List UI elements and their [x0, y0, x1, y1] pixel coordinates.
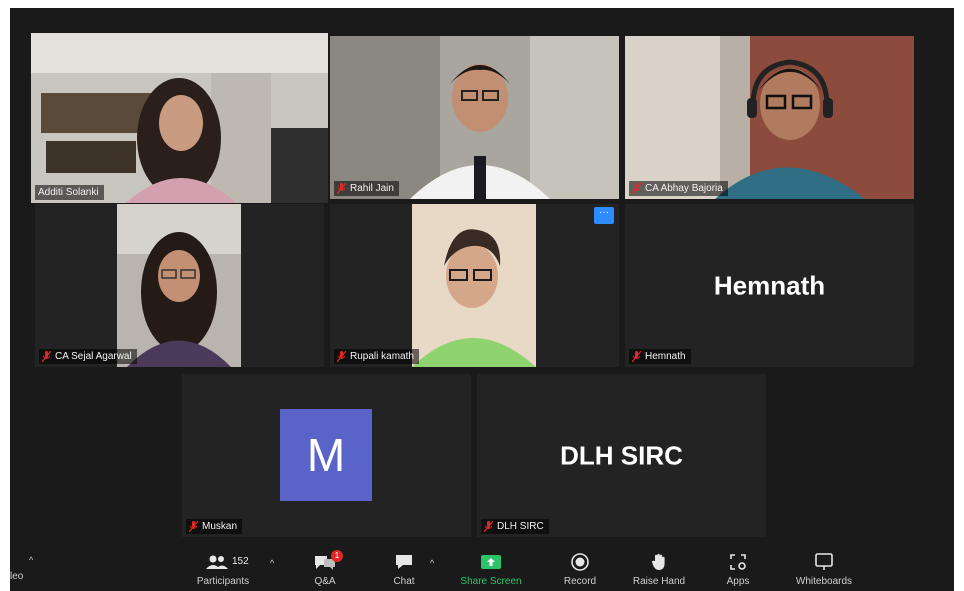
video-tile-muskan[interactable]: M Muskan: [182, 374, 471, 537]
video-tile-ca-sejal-agarwal[interactable]: CA Sejal Agarwal: [35, 204, 324, 367]
meeting-window: Additi Solanki Rahil Jain CA Abhay Bajor…: [10, 8, 954, 591]
participant-name: Additi Solanki: [38, 187, 99, 198]
name-tag: CA Sejal Agarwal: [39, 349, 137, 364]
video-tile-hemnath[interactable]: Hemnath Hemnath: [625, 204, 914, 367]
name-tag: CA Abhay Bajoria: [629, 181, 728, 196]
name-tag: Muskan: [186, 519, 243, 534]
mic-muted-icon: [337, 183, 346, 194]
mic-muted-icon: [337, 351, 346, 362]
participant-name: CA Abhay Bajoria: [645, 183, 723, 194]
video-tile-dlh-sirc[interactable]: DLH SIRC DLH SIRC: [477, 374, 766, 537]
chat-icon: [396, 555, 412, 569]
participants-label: Participants: [196, 576, 250, 587]
apps-button[interactable]: Apps: [718, 547, 758, 591]
participant-name: Rupali kamath: [350, 351, 414, 362]
chat-label: Chat: [393, 576, 415, 587]
record-icon: [571, 553, 589, 571]
caret-up-icon[interactable]: ^: [270, 558, 274, 568]
whiteboards-label: Whiteboards: [795, 576, 853, 587]
record-label: Record: [563, 576, 597, 587]
caret-up-icon[interactable]: ^: [430, 558, 434, 568]
more-options-icon: ···: [599, 207, 609, 218]
video-label: leo: [10, 571, 24, 582]
name-tag: DLH SIRC: [481, 519, 549, 534]
share-screen-button[interactable]: Share Screen: [454, 547, 528, 591]
qa-badge: 1: [331, 550, 343, 562]
avatar: M: [280, 409, 372, 501]
video-tile-ca-abhay-bajoria[interactable]: CA Abhay Bajoria: [625, 36, 914, 199]
participant-name: CA Sejal Agarwal: [55, 351, 132, 362]
raise-hand-icon: [651, 553, 665, 570]
participant-video: [625, 36, 914, 199]
share-screen-label: Share Screen: [460, 576, 522, 587]
qa-button[interactable]: 1 Q&A: [305, 547, 345, 591]
apps-label: Apps: [726, 576, 750, 587]
mic-muted-icon: [484, 521, 493, 532]
qa-label: Q&A: [314, 576, 336, 587]
participant-name: Rahil Jain: [350, 183, 394, 194]
participants-icon: [206, 555, 228, 569]
video-tile-rahil-jain[interactable]: Rahil Jain: [330, 36, 619, 199]
video-control[interactable]: ^ leo: [10, 547, 44, 591]
participant-name: Hemnath: [645, 351, 686, 362]
meeting-toolbar: ^ leo 152 Participants ^ 1 Q&A Chat ^ Sh…: [10, 547, 954, 591]
record-button[interactable]: Record: [555, 547, 605, 591]
participant-display-name: DLH SIRC: [560, 440, 683, 470]
apps-icon: [730, 554, 746, 570]
participants-count: 152: [232, 556, 249, 567]
participants-button[interactable]: 152 Participants: [188, 547, 258, 591]
caret-up-icon[interactable]: ^: [29, 555, 33, 565]
participant-video: [330, 36, 619, 199]
participant-name: Muskan: [202, 521, 238, 532]
share-screen-icon: [481, 555, 501, 569]
mic-muted-icon: [189, 521, 198, 532]
participant-display-name: Hemnath: [713, 270, 826, 300]
mic-muted-icon: [632, 183, 641, 194]
raise-hand-button[interactable]: Raise Hand: [624, 547, 694, 591]
chat-button[interactable]: Chat: [386, 547, 422, 591]
participant-name: DLH SIRC: [497, 521, 544, 532]
name-tag: Rupali kamath: [334, 349, 419, 364]
mic-muted-icon: [42, 351, 51, 362]
whiteboard-icon: [815, 553, 833, 570]
mic-muted-icon: [632, 351, 641, 362]
raise-hand-label: Raise Hand: [632, 576, 686, 587]
video-tile-additi-solanki[interactable]: Additi Solanki: [31, 33, 328, 203]
name-tag: Additi Solanki: [35, 185, 104, 200]
participant-video: [412, 204, 536, 367]
video-tile-rupali-kamath[interactable]: ··· Rupali kamath: [330, 204, 619, 367]
participant-video: [31, 33, 328, 203]
participant-video: [117, 204, 241, 367]
whiteboards-button[interactable]: Whiteboards: [784, 547, 864, 591]
name-tag: Hemnath: [629, 349, 691, 364]
name-tag: Rahil Jain: [334, 181, 399, 196]
more-options-button[interactable]: ···: [594, 207, 614, 224]
